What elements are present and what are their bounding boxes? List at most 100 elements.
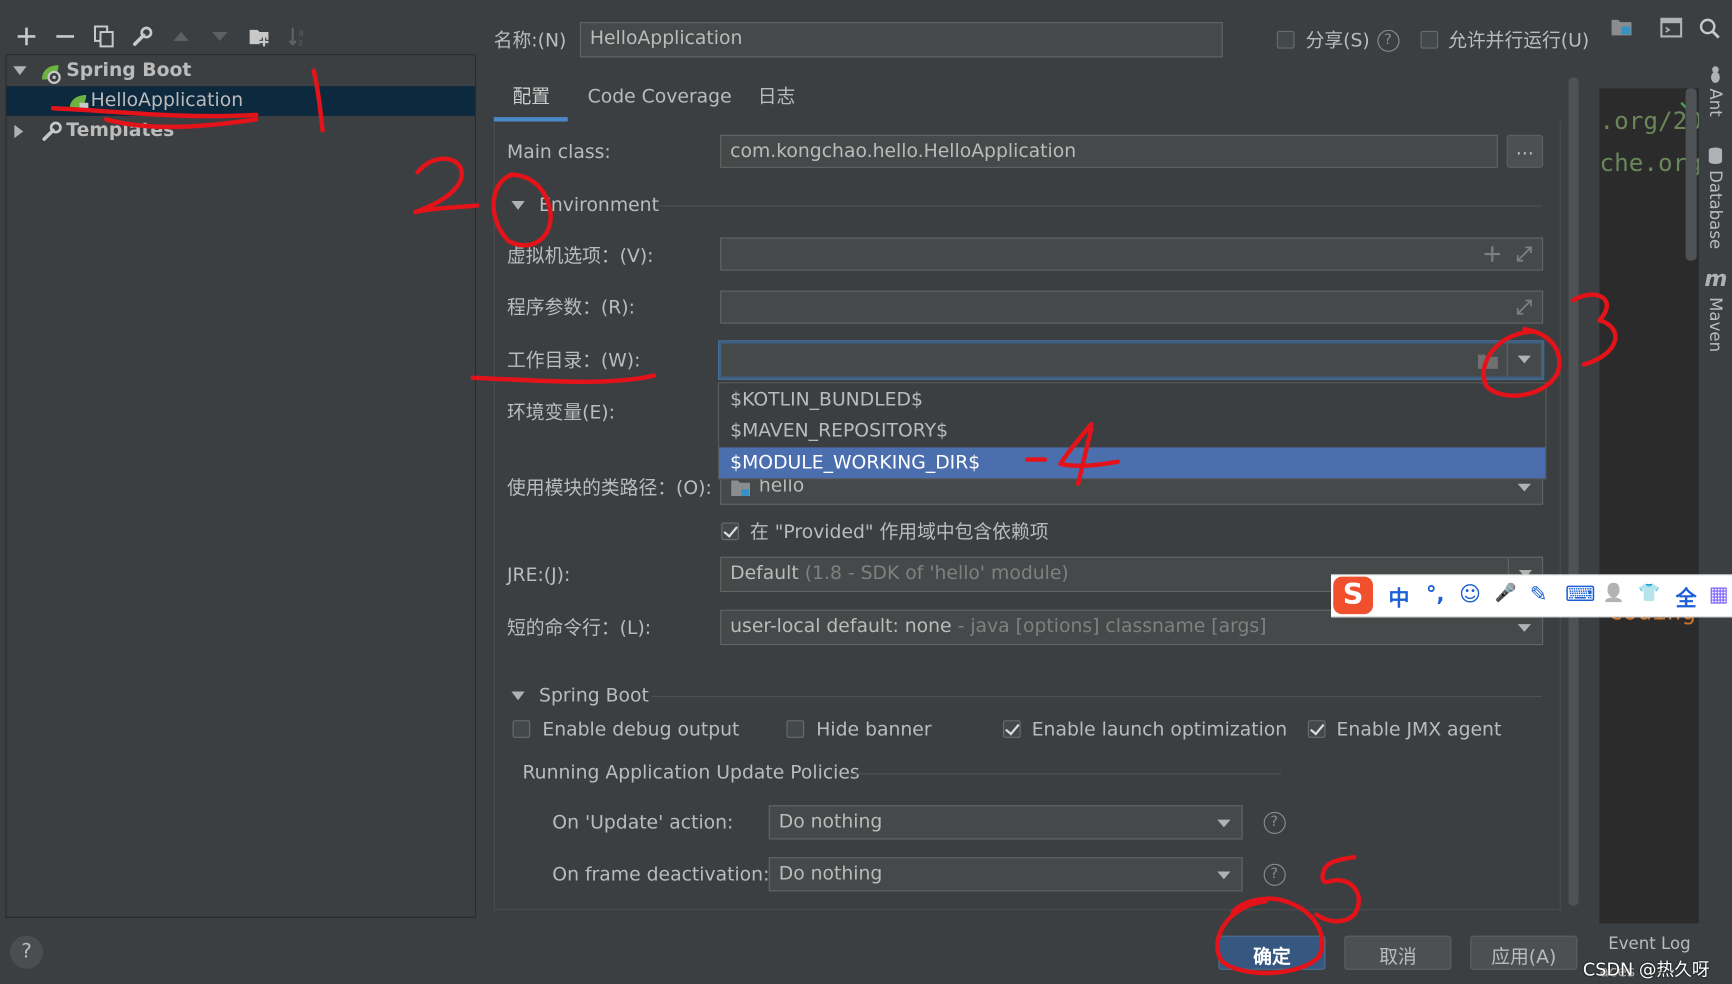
spring-boot-app-icon — [69, 94, 89, 112]
ant-icon — [1711, 66, 1720, 83]
browse-main-class-button[interactable]: ... — [1506, 134, 1544, 168]
tree-item-templates[interactable]: Templates — [7, 116, 475, 146]
database-icon — [1708, 147, 1723, 165]
working-dir-dropdown-button[interactable] — [1506, 343, 1541, 377]
name-input[interactable]: HelloApplication — [579, 22, 1223, 58]
dialog-scrollbar[interactable] — [1568, 77, 1579, 906]
program-args-label: 程序参数：(R): — [507, 297, 635, 320]
chevron-down-icon — [1517, 624, 1531, 632]
tree-label-spring-boot: Spring Boot — [66, 59, 192, 82]
update-action-label: On 'Update' action: — [552, 811, 734, 834]
module-classpath-label: 使用模块的类路径：(O): — [507, 477, 712, 500]
shorten-cmdline-label: 短的命令行：(L): — [507, 617, 652, 640]
apply-button[interactable]: 应用(A) — [1470, 935, 1578, 970]
ime-logo-icon[interactable]: S — [1333, 576, 1374, 615]
working-dir-macro-list: $KOTLIN_BUNDLED$ $MAVEN_REPOSITORY$ $MOD… — [717, 382, 1547, 480]
ime-punctuation[interactable]: °, — [1426, 582, 1444, 606]
event-log-button[interactable]: Event Log — [1608, 932, 1690, 954]
ime-account-icon[interactable]: 👤 — [1603, 582, 1625, 603]
add-icon[interactable] — [14, 24, 38, 48]
environment-separator — [658, 205, 1543, 207]
shorten-cmdline-hint: - java [options] classname [args] — [957, 615, 1267, 638]
update-policies-separator — [848, 773, 1282, 775]
main-class-input[interactable]: com.kongchao.hello.HelloApplication — [720, 134, 1498, 168]
environment-collapse-icon[interactable] — [511, 201, 525, 210]
expand-arrow-icon[interactable] — [13, 66, 27, 76]
enable-launch-optimization-checkbox[interactable] — [1002, 720, 1021, 738]
tab-code-coverage[interactable]: Code Coverage — [588, 86, 732, 108]
ime-chinese-mode[interactable]: 中 — [1388, 582, 1409, 612]
ime-toolbox-icon[interactable]: ▦ — [1709, 582, 1729, 606]
tool-window-maven[interactable]: Maven — [1705, 297, 1725, 352]
terminal-window-icon[interactable] — [1660, 17, 1683, 38]
search-icon[interactable] — [1699, 18, 1721, 40]
macro-option-kotlin-bundled[interactable]: $KOTLIN_BUNDLED$ — [719, 384, 1545, 415]
ime-voice-icon[interactable]: 🎤 — [1495, 582, 1517, 603]
tree-label-templates: Templates — [66, 119, 175, 142]
remove-icon[interactable] — [53, 24, 77, 48]
update-action-help-icon[interactable]: ? — [1263, 811, 1286, 834]
ime-emoji-icon[interactable]: ☺ — [1459, 582, 1481, 606]
share-label: 分享(S) — [1305, 29, 1370, 52]
ime-handwriting-icon[interactable]: ✎ — [1530, 582, 1548, 606]
folder-icon[interactable] — [1477, 351, 1499, 371]
frame-deactivation-help-icon[interactable]: ? — [1263, 863, 1286, 886]
right-tool-strip: Ant Database m Maven — [1698, 48, 1732, 984]
jre-value: Default (1.8 - SDK of 'hello' module) — [730, 562, 1069, 585]
working-dir-label: 工作目录：(W): — [507, 350, 641, 373]
chevron-down-icon — [1517, 483, 1531, 492]
editor-scrollbar[interactable] — [1685, 88, 1697, 261]
environment-section-title: Environment — [539, 194, 659, 217]
tree-item-hello-application[interactable]: HelloApplication — [6, 86, 475, 116]
share-checkbox[interactable] — [1276, 30, 1295, 49]
run-debug-configurations-dialog: az Spring Boot HelloApplication Template… — [0, 0, 1732, 984]
enable-launch-optimization-label: Enable launch optimization — [1031, 719, 1288, 742]
tool-window-database[interactable]: Database — [1705, 170, 1725, 249]
tool-window-ant[interactable]: Ant — [1705, 88, 1725, 116]
update-action-select[interactable]: Do nothing — [768, 805, 1243, 840]
enable-debug-output-label: Enable debug output — [542, 719, 740, 742]
copy-icon[interactable] — [92, 24, 116, 48]
share-help-icon[interactable]: ? — [1377, 29, 1400, 52]
project-structure-icon[interactable] — [1610, 18, 1632, 38]
wrench-icon[interactable] — [130, 24, 154, 48]
include-provided-checkbox[interactable] — [721, 522, 739, 541]
ok-button[interactable]: 确定 — [1218, 935, 1326, 970]
expand-icon[interactable] — [1514, 244, 1534, 264]
name-input-value: HelloApplication — [589, 27, 743, 50]
collapse-arrow-icon[interactable] — [14, 124, 24, 139]
svg-text:a: a — [298, 28, 303, 38]
macro-option-module-working-dir[interactable]: $MODULE_WORKING_DIR$ — [719, 447, 1546, 479]
ime-skin-icon[interactable]: 👕 — [1638, 582, 1660, 603]
tab-configuration[interactable]: 配置 — [513, 86, 551, 108]
maven-icon: m — [1704, 265, 1728, 292]
new-folder-icon[interactable] — [247, 24, 271, 48]
working-dir-input[interactable] — [719, 341, 1544, 379]
macro-option-maven-repository[interactable]: $MAVEN_REPOSITORY$ — [719, 415, 1545, 446]
enable-jmx-agent-checkbox[interactable] — [1307, 720, 1326, 738]
help-button[interactable]: ? — [9, 935, 44, 969]
frame-deactivation-select[interactable]: Do nothing — [768, 857, 1243, 892]
ime-keyboard-icon[interactable]: ⌨ — [1565, 582, 1595, 606]
add-icon[interactable] — [1483, 245, 1501, 263]
main-class-value: com.kongchao.hello.HelloApplication — [730, 140, 1077, 163]
enable-debug-output-checkbox[interactable] — [512, 720, 531, 738]
enable-jmx-agent-label: Enable JMX agent — [1336, 719, 1502, 742]
main-class-label: Main class: — [507, 141, 611, 164]
configuration-tree: Spring Boot HelloApplication Templates — [5, 54, 477, 918]
allow-parallel-checkbox[interactable] — [1420, 30, 1439, 49]
cancel-button[interactable]: 取消 — [1344, 935, 1452, 970]
tree-item-spring-boot[interactable]: Spring Boot — [7, 56, 475, 86]
allow-parallel-label: 允许并行运行(U) — [1448, 29, 1590, 52]
program-args-input[interactable] — [720, 290, 1544, 324]
ime-full-width[interactable]: 全 — [1676, 582, 1697, 612]
csdn-watermark: CSDN @热久呀 — [1582, 958, 1710, 980]
module-folder-icon — [731, 480, 751, 496]
tab-logs[interactable]: 日志 — [758, 86, 796, 108]
chevron-down-icon — [1217, 819, 1231, 828]
hide-banner-checkbox[interactable] — [786, 720, 805, 738]
spring-boot-collapse-icon[interactable] — [511, 691, 525, 701]
vm-options-input[interactable] — [720, 237, 1544, 271]
expand-icon[interactable] — [1514, 297, 1534, 317]
update-action-value: Do nothing — [778, 810, 883, 833]
